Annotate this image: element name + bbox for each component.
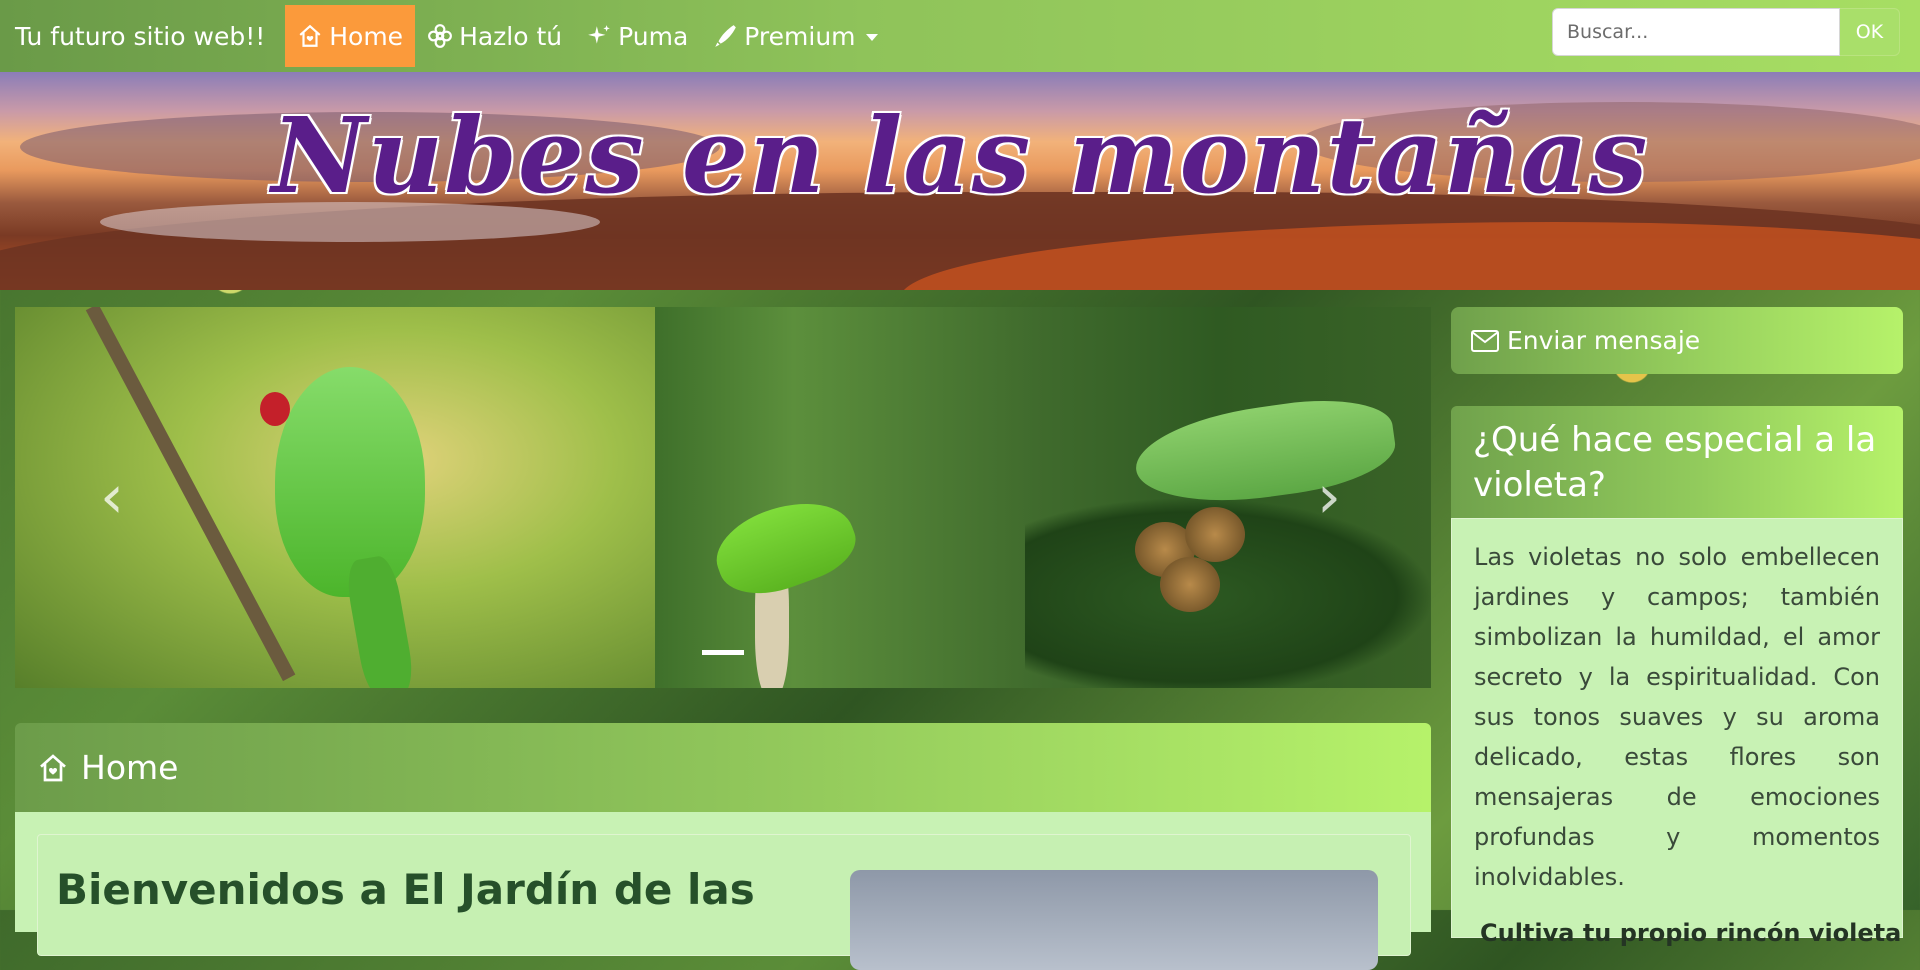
- info-card-text: Las violetas no solo embellecen jardines…: [1474, 543, 1880, 891]
- navbar: Tu futuro sitio web!! Home Hazlo tú Puma…: [0, 0, 1920, 72]
- header-banner: Nubes en las montañas: [0, 72, 1920, 290]
- home-card-title: Home: [81, 748, 179, 787]
- house-icon: [297, 23, 323, 49]
- parrot-image: [1130, 389, 1400, 515]
- brand-link[interactable]: Tu futuro sitio web!!: [15, 22, 265, 51]
- parrot-image: [275, 367, 425, 597]
- welcome-heading: Bienvenidos a El Jardín de las: [56, 865, 755, 914]
- search-form: OK: [1552, 8, 1900, 56]
- home-card-body: Bienvenidos a El Jardín de las: [15, 812, 1431, 970]
- home-card: Home Bienvenidos a El Jardín de las: [15, 723, 1431, 970]
- chestnut-image: [1160, 557, 1220, 612]
- violet-info-card: ¿Qué hace especial a la violeta? Las vio…: [1451, 406, 1903, 947]
- nav-label: Puma: [618, 21, 689, 51]
- house-icon: [37, 752, 69, 784]
- nav-label: Premium: [744, 21, 856, 51]
- welcome-image: [850, 870, 1378, 970]
- sparkles-icon: [586, 23, 612, 49]
- search-button[interactable]: OK: [1840, 8, 1900, 56]
- nav-item-premium[interactable]: Premium: [700, 5, 889, 67]
- carousel-next-button[interactable]: ›: [1317, 467, 1341, 527]
- nav-label: Hazlo tú: [459, 21, 563, 51]
- carousel-prev-button[interactable]: ‹: [100, 467, 124, 527]
- nav-label: Home: [329, 21, 404, 51]
- send-message-label: Enviar mensaje: [1507, 326, 1701, 355]
- home-content: Bienvenidos a El Jardín de las: [37, 834, 1411, 970]
- chestnut-image: [1185, 507, 1245, 562]
- send-message-button[interactable]: Enviar mensaje: [1451, 307, 1903, 374]
- nav-item-home[interactable]: Home: [285, 5, 416, 67]
- nav-item-puma[interactable]: Puma: [574, 5, 700, 67]
- chevron-down-icon: [865, 34, 878, 41]
- banner-title: Nubes en las montañas: [271, 94, 1649, 217]
- image-carousel: ‹ ›: [15, 307, 1431, 688]
- carousel-indicator[interactable]: [702, 650, 744, 655]
- home-card-header: Home: [15, 723, 1431, 812]
- info-card-title: ¿Qué hace especial a la violeta?: [1451, 406, 1903, 518]
- flower-icon: [427, 23, 453, 49]
- nav-item-hazlo-tu[interactable]: Hazlo tú: [415, 5, 574, 67]
- search-input[interactable]: [1552, 8, 1840, 56]
- info-card-body: Las violetas no solo embellecen jardines…: [1451, 518, 1903, 947]
- envelope-icon: [1471, 329, 1499, 353]
- parrot-beak: [260, 392, 290, 426]
- info-card-subheading: Cultiva tu propio rincón violeta: [1480, 919, 1902, 947]
- pen-icon: [712, 23, 738, 49]
